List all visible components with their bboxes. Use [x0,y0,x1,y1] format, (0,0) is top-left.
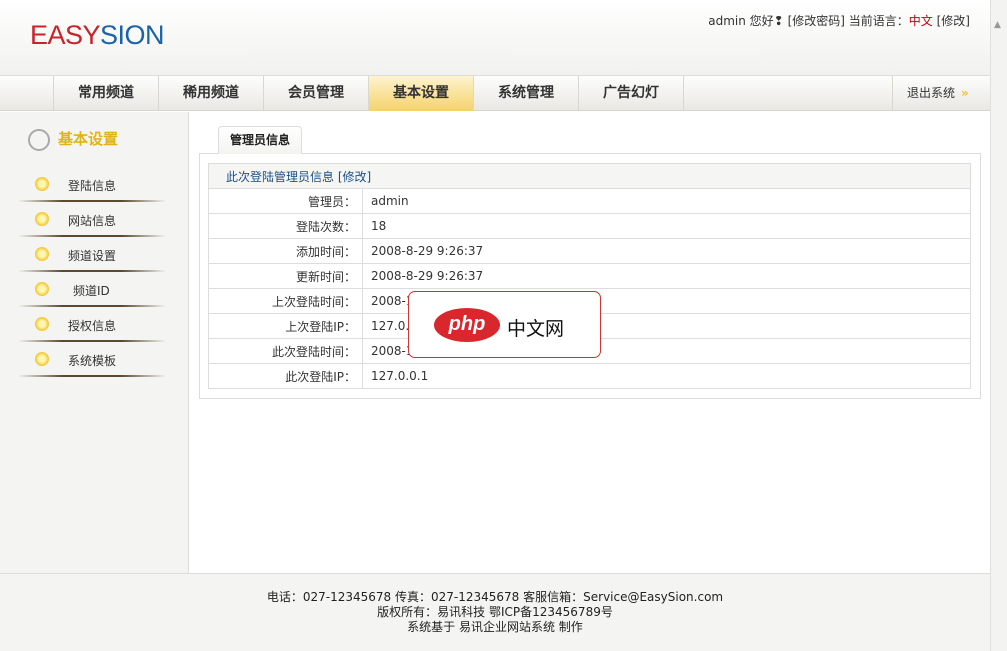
gear-icon [35,212,49,226]
nav-item-common-channels[interactable]: 常用频道 [53,76,158,111]
user-bar: admin 您好❢ [修改密码] 当前语言：中文 [修改] [708,12,970,29]
nav-divider [683,76,684,111]
current-language: 中文 [908,14,933,28]
php-logo: php [434,308,500,342]
logout-button[interactable]: 退出系统» [892,76,990,111]
table-row: 添加时间： 2008-8-29 9:26:37 [208,238,971,264]
watermark: php 中文网 [408,291,601,358]
mouse-icon [28,128,50,151]
sidebar-item-channel-settings[interactable]: 频道设置 [18,237,166,272]
table-row: 登陆次数： 18 [208,213,971,239]
gear-icon [35,282,49,296]
footer: 电话：027-12345678 传真：027-12345678 客服信箱：Ser… [0,573,990,651]
sidebar-title: 基本设置 [28,128,118,151]
gear-icon [35,177,49,191]
admin-info-panel: 此次登陆管理员信息 [修改] 管理员： admin 登陆次数： 18 添加时间： 20… [199,153,981,399]
scroll-up-icon[interactable]: ▲ [994,20,1001,30]
gear-icon [35,247,49,261]
gear-icon [35,352,49,366]
gear-icon [35,317,49,331]
language-label: 当前语言： [848,14,909,28]
sidebar: 基本设置 登陆信息 网站信息 频道设置 频道ID 授权信息 系统模板 [0,112,189,573]
double-chevron-right-icon: » [961,86,969,100]
logo: EASYSION [30,20,165,50]
sidebar-item-site-info[interactable]: 网站信息 [18,202,166,237]
scrollbar[interactable]: ▲ [990,0,1007,651]
nav-item-ads[interactable]: 广告幻灯 [578,76,683,111]
main-nav: 常用频道 稀用频道 会员管理 基本设置 系统管理 广告幻灯 退出系统» [0,75,990,111]
sidebar-item-login-info[interactable]: 登陆信息 [18,167,166,202]
header: EASYSION admin 您好❢ [修改密码] 当前语言：中文 [修改] [0,0,990,75]
nav-item-system[interactable]: 系统管理 [473,76,578,111]
nav-item-rare-channels[interactable]: 稀用频道 [158,76,263,111]
sidebar-item-channel-id[interactable]: 频道ID [18,272,166,307]
nav-item-members[interactable]: 会员管理 [263,76,368,111]
sidebar-item-license[interactable]: 授权信息 [18,307,166,342]
tab-admin-info[interactable]: 管理员信息 [218,126,302,154]
table-row: 管理员： admin [208,188,971,214]
sidebar-item-templates[interactable]: 系统模板 [18,342,166,377]
table-row: 此次登陆IP： 127.0.0.1 [208,363,971,389]
table-row: 更新时间： 2008-8-29 9:26:37 [208,263,971,289]
change-password-link[interactable]: [修改密码] [788,14,845,28]
table-header[interactable]: 此次登陆管理员信息 [修改] [208,163,971,189]
greeting: admin 您好❢ [708,14,784,28]
change-language-link[interactable]: [修改] [937,14,970,28]
nav-item-basic-settings[interactable]: 基本设置 [368,76,473,111]
